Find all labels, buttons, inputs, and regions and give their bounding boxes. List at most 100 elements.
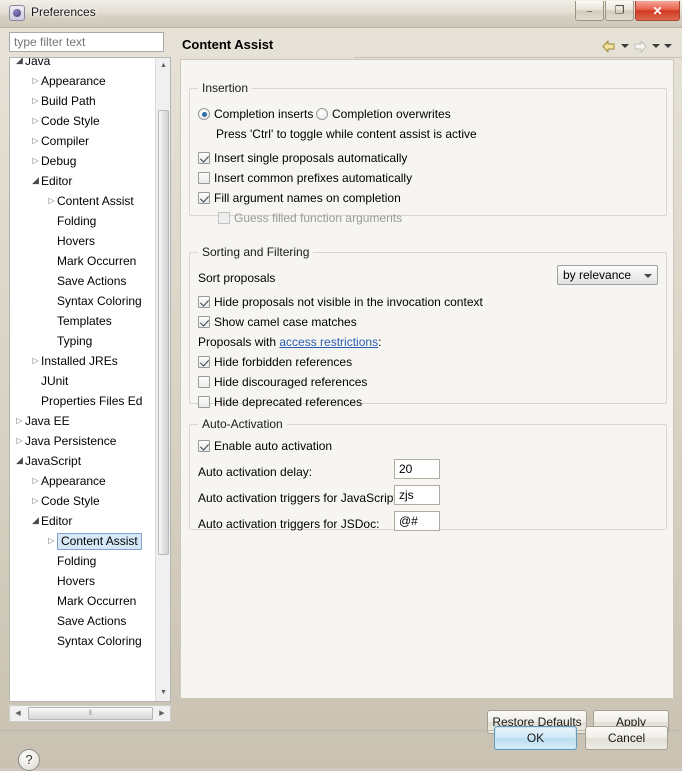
js-triggers-input[interactable] — [394, 485, 440, 505]
preferences-dialog: Preferences – ❐ ✕ HelpInstall/UpdateJava… — [0, 0, 682, 771]
sidebar-item-mark-occurren[interactable]: Mark Occurren — [10, 250, 156, 270]
chevron-down-icon[interactable] — [14, 450, 25, 471]
sidebar-item-code-style[interactable]: Code Style — [10, 110, 156, 130]
sidebar-item-hovers[interactable]: Hovers — [10, 230, 156, 250]
sidebar-item-save-actions[interactable]: Save Actions — [10, 610, 156, 630]
insert-common-prefixes-checkbox[interactable]: Insert common prefixes automatically — [198, 171, 412, 185]
chevron-right-icon[interactable] — [30, 91, 41, 111]
sidebar-item-content-assist[interactable]: Content Assist — [10, 530, 156, 550]
sidebar-item-code-style[interactable]: Code Style — [10, 490, 156, 510]
minimize-icon: – — [586, 5, 592, 15]
sidebar-item-save-actions[interactable]: Save Actions — [10, 270, 156, 290]
scroll-down-icon[interactable]: ▼ — [156, 685, 170, 701]
show-camel-case-checkbox[interactable]: Show camel case matches — [198, 315, 357, 329]
guess-filled-arguments-label: Guess filled function arguments — [234, 211, 403, 225]
scroll-up-icon[interactable]: ▲ — [156, 58, 170, 74]
sidebar-item-folding[interactable]: Folding — [10, 210, 156, 230]
horizontal-scroll-thumb[interactable]: ‖ — [28, 707, 153, 720]
back-arrow-icon[interactable] — [601, 39, 617, 54]
forward-dropdown-caret-icon[interactable] — [651, 39, 660, 53]
tree-horizontal-scrollbar[interactable]: ◀ ‖ ▶ — [9, 705, 171, 722]
hide-deprecated-checkbox[interactable]: Hide deprecated references — [198, 395, 362, 409]
cancel-button[interactable]: Cancel — [585, 726, 668, 750]
chevron-right-icon[interactable] — [30, 471, 41, 491]
chevron-down-icon[interactable] — [30, 170, 41, 191]
sidebar-item-java[interactable]: Java — [10, 58, 156, 70]
sidebar-item-properties-files-ed[interactable]: Properties Files Ed — [10, 390, 156, 410]
page-navigation — [601, 37, 672, 55]
sidebar-item-hovers[interactable]: Hovers — [10, 570, 156, 590]
sidebar-item-templates[interactable]: Templates — [10, 650, 156, 653]
sidebar-item-typing[interactable]: Typing — [10, 330, 156, 350]
hide-forbidden-checkbox[interactable]: Hide forbidden references — [198, 355, 352, 369]
chevron-right-icon[interactable] — [14, 431, 25, 451]
hide-not-visible-checkbox[interactable]: Hide proposals not visible in the invoca… — [198, 295, 483, 309]
page-title: Content Assist — [182, 37, 274, 52]
checkbox-indicator — [218, 212, 230, 224]
footer-divider — [0, 730, 682, 731]
sidebar-item-java-ee[interactable]: Java EE — [10, 410, 156, 430]
sidebar-item-installed-jres[interactable]: Installed JREs — [10, 350, 156, 370]
sidebar-item-label: Code Style — [41, 493, 100, 508]
sort-proposals-label: Sort proposals — [198, 271, 276, 285]
auto-activation-delay-input[interactable] — [394, 459, 440, 479]
ok-button[interactable]: OK — [494, 726, 577, 750]
fill-argument-names-checkbox[interactable]: Fill argument names on completion — [198, 191, 401, 205]
sidebar-item-label: Mark Occurren — [57, 253, 137, 268]
sidebar-item-mark-occurren[interactable]: Mark Occurren — [10, 590, 156, 610]
vertical-scroll-thumb[interactable] — [158, 110, 169, 555]
window-controls: – ❐ ✕ — [574, 1, 680, 21]
sidebar-item-label: JavaScript — [25, 453, 82, 468]
chevron-right-icon[interactable] — [30, 491, 41, 511]
sidebar-item-syntax-coloring[interactable]: Syntax Coloring — [10, 630, 156, 650]
sidebar-item-label: Templates — [57, 313, 112, 328]
enable-auto-activation-checkbox[interactable]: Enable auto activation — [198, 439, 332, 453]
scroll-left-icon[interactable]: ◀ — [10, 706, 26, 721]
hide-discouraged-checkbox[interactable]: Hide discouraged references — [198, 375, 367, 389]
back-dropdown-caret-icon[interactable] — [620, 39, 629, 53]
minimize-button[interactable]: – — [575, 1, 604, 21]
ctrl-toggle-hint: Press 'Ctrl' to toggle while content ass… — [216, 127, 477, 141]
sidebar-item-build-path[interactable]: Build Path — [10, 90, 156, 110]
completion-inserts-radio[interactable]: Completion inserts — [198, 107, 313, 121]
sidebar-item-appearance[interactable]: Appearance — [10, 70, 156, 90]
preferences-tree[interactable]: HelpInstall/UpdateJavaAppearanceBuild Pa… — [9, 57, 171, 702]
sidebar-item-content-assist[interactable]: Content Assist — [10, 190, 156, 210]
sidebar-item-java-persistence[interactable]: Java Persistence — [10, 430, 156, 450]
chevron-right-icon[interactable] — [30, 151, 41, 171]
chevron-right-icon[interactable] — [30, 351, 41, 371]
chevron-right-icon[interactable] — [30, 111, 41, 131]
sidebar-item-debug[interactable]: Debug — [10, 150, 156, 170]
chevron-right-icon[interactable] — [30, 131, 41, 151]
chevron-right-icon[interactable] — [46, 531, 57, 551]
sidebar-item-folding[interactable]: Folding — [10, 550, 156, 570]
proposals-with-suffix: : — [378, 335, 382, 349]
chevron-right-icon[interactable] — [14, 411, 25, 431]
sidebar-item-syntax-coloring[interactable]: Syntax Coloring — [10, 290, 156, 310]
chevron-right-icon[interactable] — [30, 71, 41, 91]
sidebar-item-label: Code Style — [41, 113, 100, 128]
sidebar-item-label: Content Assist — [57, 532, 142, 550]
sidebar-item-javascript[interactable]: JavaScript — [10, 450, 156, 470]
chevron-right-icon[interactable] — [46, 191, 57, 211]
chevron-down-icon[interactable] — [30, 510, 41, 531]
sidebar-item-compiler[interactable]: Compiler — [10, 130, 156, 150]
insert-single-proposals-checkbox[interactable]: Insert single proposals automatically — [198, 151, 407, 165]
sidebar-item-editor[interactable]: Editor — [10, 170, 156, 190]
tree-vertical-scrollbar[interactable]: ▲ ▼ — [155, 58, 170, 701]
access-restrictions-link[interactable]: access restrictions — [279, 335, 378, 349]
close-button[interactable]: ✕ — [635, 1, 680, 21]
sidebar-item-label: Syntax Coloring — [57, 293, 142, 308]
scroll-right-icon[interactable]: ▶ — [154, 706, 170, 721]
sidebar-item-editor[interactable]: Editor — [10, 510, 156, 530]
sidebar-item-junit[interactable]: JUnit — [10, 370, 156, 390]
page-menu-caret-icon[interactable] — [663, 39, 672, 53]
sidebar-item-templates[interactable]: Templates — [10, 310, 156, 330]
completion-overwrites-radio[interactable]: Completion overwrites — [316, 107, 451, 121]
sort-proposals-combo[interactable]: by relevance — [557, 265, 658, 285]
sidebar-item-label: Build Path — [41, 93, 96, 108]
sidebar-item-appearance[interactable]: Appearance — [10, 470, 156, 490]
maximize-button[interactable]: ❐ — [605, 1, 634, 21]
jsdoc-triggers-input[interactable] — [394, 511, 440, 531]
filter-input[interactable] — [9, 32, 164, 52]
